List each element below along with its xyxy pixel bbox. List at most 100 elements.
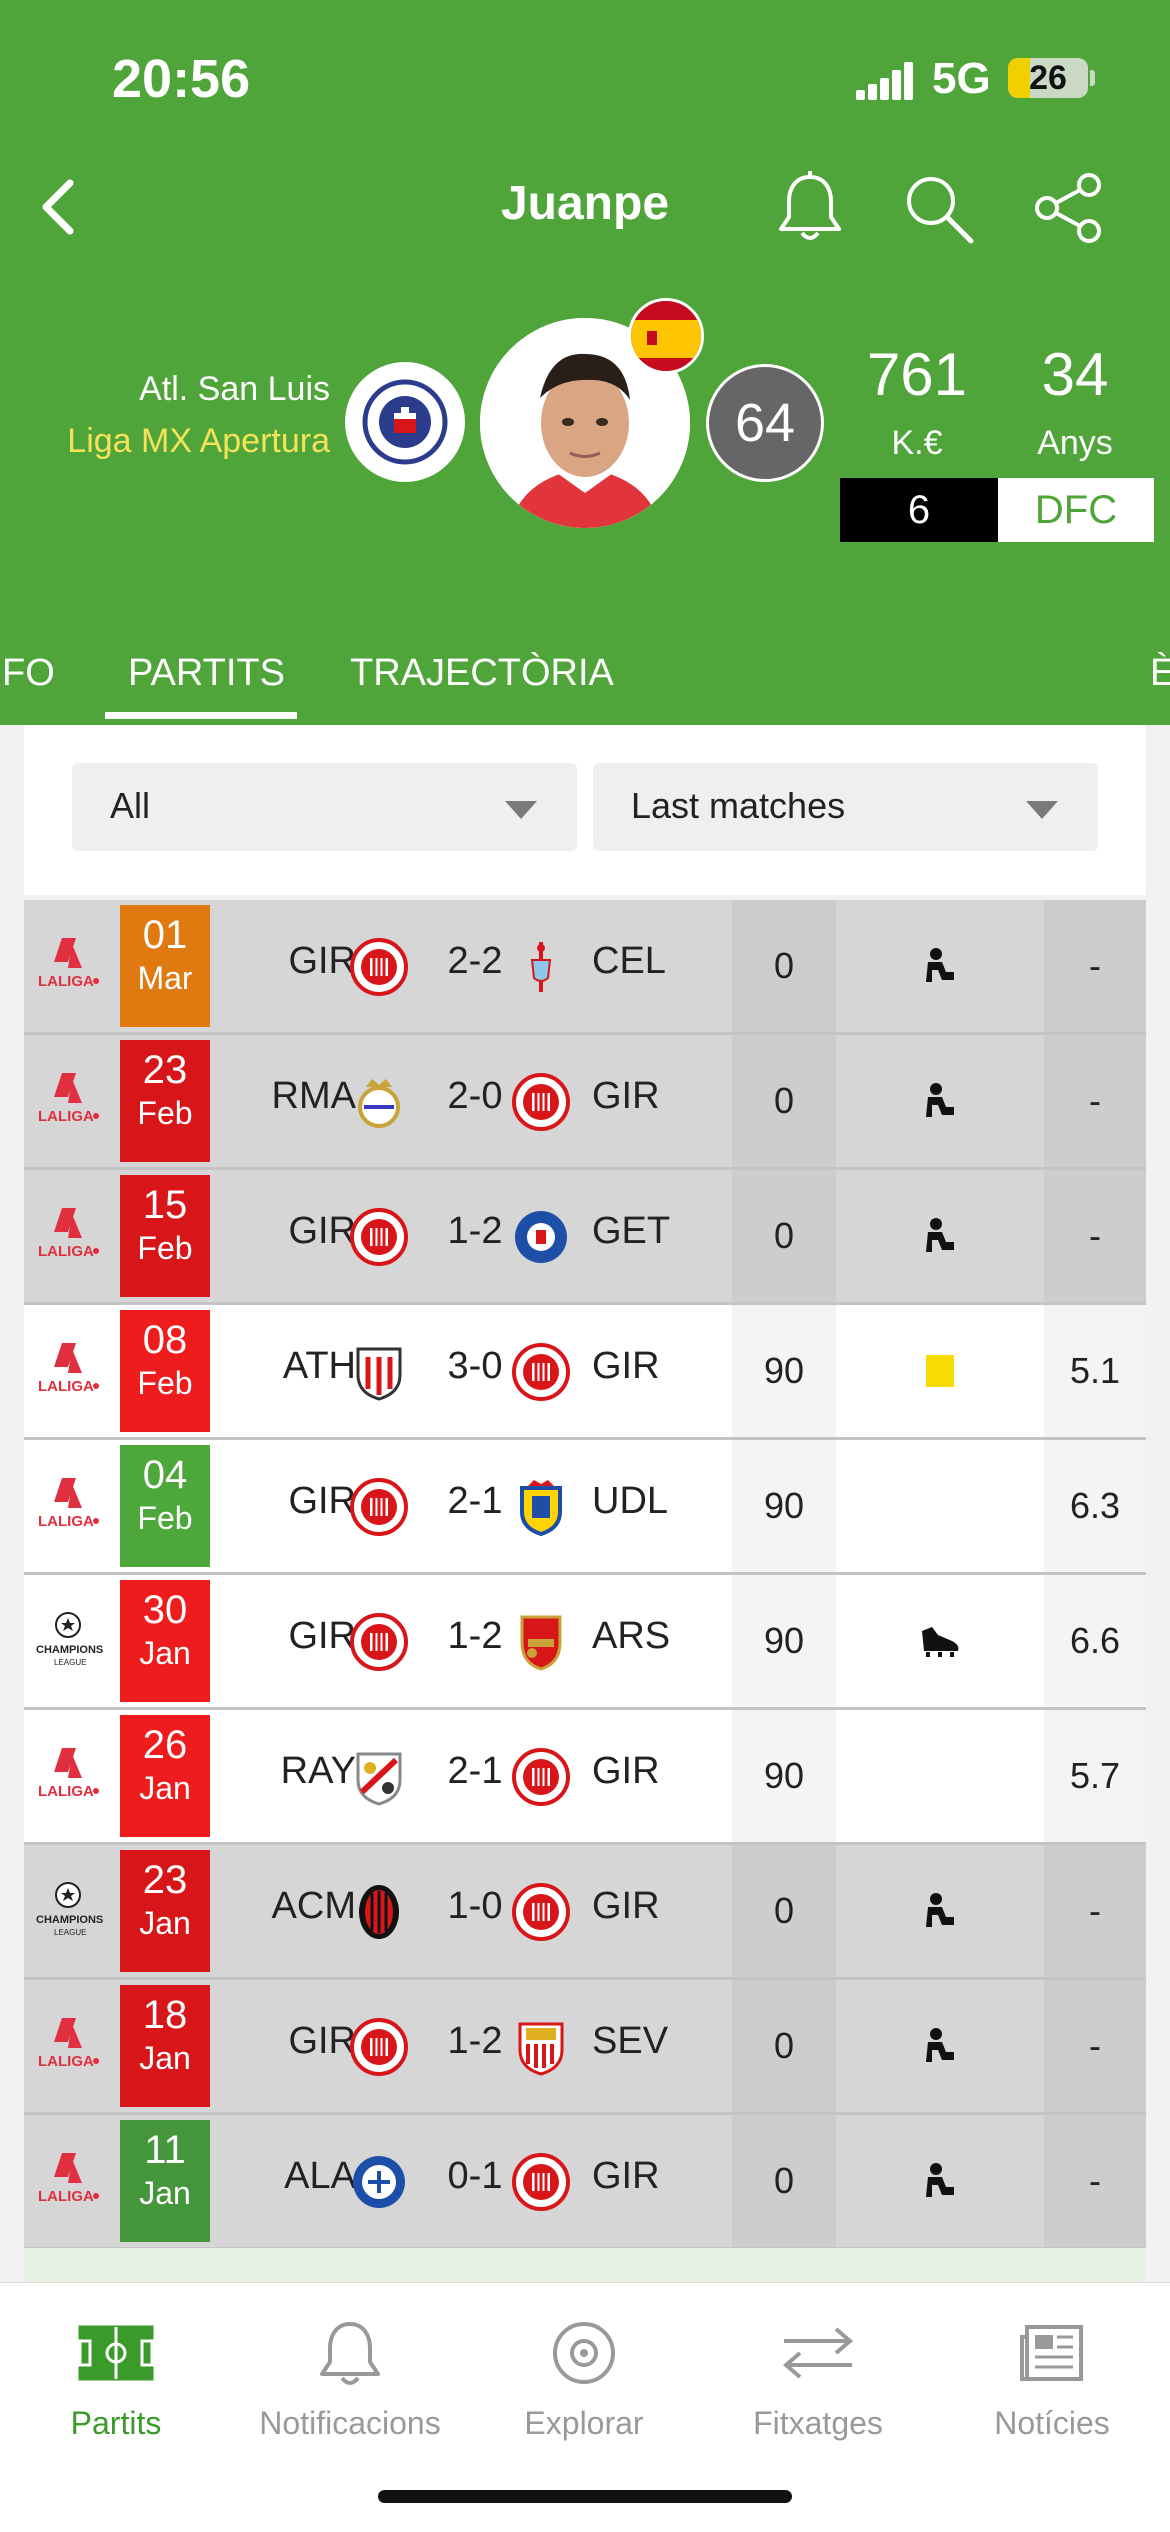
away-crest-icon xyxy=(512,1073,570,1131)
away-crest-icon xyxy=(512,1748,570,1806)
position-badge: DFC xyxy=(998,478,1154,542)
tab-career[interactable]: TRAJECTÒRIA xyxy=(350,652,614,695)
svg-text:LEAGUE: LEAGUE xyxy=(54,1928,86,1937)
minutes-played: 90 xyxy=(732,1575,836,1707)
away-crest-icon xyxy=(512,1343,570,1401)
tab-matches[interactable]: PARTITS xyxy=(128,652,285,695)
match-rating: 5.1 xyxy=(1044,1305,1146,1437)
compass-icon xyxy=(553,2322,615,2384)
home-crest-icon xyxy=(350,2018,408,2076)
tab-bar: FO PARTITS TRAJECTÒRIA È xyxy=(0,630,1170,725)
match-date: 11 Jan xyxy=(120,2120,210,2242)
match-month: Feb xyxy=(137,1095,193,1131)
match-row[interactable]: LALIGA 18 Jan GIR 1-2 SEV 0- xyxy=(24,1980,1146,2115)
home-crest-icon xyxy=(350,1073,408,1131)
match-event xyxy=(836,1305,1044,1437)
match-row[interactable]: LALIGA 01 Mar GIR 2-2 CEL 0- xyxy=(24,900,1146,1035)
away-team: GIR xyxy=(592,1075,660,1117)
nav-notifications[interactable]: Notificacions xyxy=(250,2313,450,2442)
bell-icon xyxy=(320,2322,380,2385)
match-day: 23 xyxy=(142,1048,188,1092)
match-month: Feb xyxy=(137,1365,193,1401)
match-month: Jan xyxy=(139,1905,191,1941)
home-team: GIR xyxy=(288,940,356,982)
match-date: 23 Jan xyxy=(120,1850,210,1972)
bench-icon xyxy=(926,948,954,982)
match-row[interactable]: LALIGA 08 Feb ATH 3-0 GIR 90 5.1 xyxy=(24,1305,1146,1440)
home-team: ATH xyxy=(282,1345,356,1387)
match-day: 08 xyxy=(142,1318,188,1362)
match-row[interactable]: LALIGA 15 Feb GIR 1-2 GET 0- xyxy=(24,1170,1146,1305)
match-rating: - xyxy=(1044,1035,1146,1167)
minutes-played: 0 xyxy=(732,1170,836,1302)
match-event xyxy=(836,1170,1044,1302)
home-crest-icon xyxy=(350,1478,408,1536)
competition-dropdown[interactable]: All xyxy=(72,763,577,851)
match-row[interactable]: LALIGA 23 Feb RMA 2-0 GIR 0- xyxy=(24,1035,1146,1170)
match-date: 15 Feb xyxy=(120,1175,210,1297)
svg-text:LALIGA: LALIGA xyxy=(38,1378,94,1395)
jersey-number: 6 xyxy=(840,478,998,542)
match-month: Feb xyxy=(137,1500,193,1536)
match-month: Jan xyxy=(139,2175,191,2211)
tab-next[interactable]: È xyxy=(1150,652,1170,695)
news-icon xyxy=(1020,2325,1083,2381)
away-crest-icon xyxy=(512,1883,570,1941)
bell-icon xyxy=(779,171,841,240)
notification-button[interactable] xyxy=(770,168,850,248)
match-rating: - xyxy=(1044,900,1146,1032)
svg-text:LALIGA: LALIGA xyxy=(38,1243,94,1260)
away-team: ARS xyxy=(592,1615,671,1657)
match-row[interactable]: CHAMPIONS LEAGUE 30 Jan GIR 1-2 ARS 90 6.6 xyxy=(24,1575,1146,1710)
match-rating: - xyxy=(1044,1170,1146,1302)
match-row[interactable]: CHAMPIONS LEAGUE 23 Jan ACM 1-0 GIR 0- xyxy=(24,1845,1146,1980)
nav-explore[interactable]: Explorar xyxy=(484,2313,684,2442)
nav-news-label: Notícies xyxy=(994,2405,1110,2441)
svg-text:LALIGA: LALIGA xyxy=(38,2188,94,2205)
match-date: 23 Feb xyxy=(120,1040,210,1162)
chevron-left-icon xyxy=(42,179,74,235)
match-row[interactable]: LALIGA 11 Jan ALA 0-1 GIR 0- xyxy=(24,2115,1146,2250)
away-team: CEL xyxy=(592,940,666,982)
away-crest-icon xyxy=(512,2153,570,2211)
match-row[interactable]: LALIGA 26 Jan RAY 2-1 GIR 90 5.7 xyxy=(24,1710,1146,1845)
laliga-logo-icon: LALIGA xyxy=(32,2149,104,2213)
player-header: 20:56 5G 26 Juanpe Atl. San Luis Liga MX… xyxy=(0,0,1170,725)
match-row[interactable]: LALIGA 04 Feb GIR 2-1 UDL 90 6.3 xyxy=(24,1440,1146,1575)
battery-icon: 26 xyxy=(1008,58,1088,98)
back-button[interactable] xyxy=(28,172,88,242)
nav-matches[interactable]: Partits xyxy=(16,2313,216,2442)
svg-text:LALIGA: LALIGA xyxy=(38,973,94,990)
match-day: 23 xyxy=(142,1858,188,1902)
home-team: RMA xyxy=(271,1075,356,1117)
range-dropdown[interactable]: Last matches xyxy=(593,763,1098,851)
league-name[interactable]: Liga MX Apertura xyxy=(40,422,330,461)
home-crest-icon xyxy=(350,1343,408,1401)
home-crest-icon xyxy=(350,938,408,996)
spain-flag-icon xyxy=(628,298,704,374)
match-event xyxy=(836,1845,1044,1977)
bench-icon xyxy=(926,1083,954,1117)
competition-dropdown-value: All xyxy=(110,785,151,826)
share-button[interactable] xyxy=(1028,168,1108,248)
club-crest-icon[interactable] xyxy=(345,362,465,482)
nav-news[interactable]: Notícies xyxy=(952,2313,1152,2442)
laliga-logo-icon: LALIGA xyxy=(32,1069,104,1133)
caret-down-icon xyxy=(505,801,537,819)
match-date: 04 Feb xyxy=(120,1445,210,1567)
laliga-logo-icon: LALIGA xyxy=(32,1204,104,1268)
page-title: Juanpe xyxy=(500,177,670,230)
bench-icon xyxy=(926,1218,954,1252)
nav-transfers[interactable]: Fitxatges xyxy=(718,2313,918,2442)
club-name[interactable]: Atl. San Luis xyxy=(40,370,330,409)
laliga-logo-icon: LALIGA xyxy=(32,1744,104,1808)
signal-icon xyxy=(856,62,916,100)
search-button[interactable] xyxy=(898,168,978,248)
svg-text:LEAGUE: LEAGUE xyxy=(54,1658,86,1667)
home-crest-icon xyxy=(350,1748,408,1806)
yellow-card-icon xyxy=(926,1355,954,1387)
pitch-icon xyxy=(78,2325,154,2381)
match-rating: 5.7 xyxy=(1044,1710,1146,1842)
tab-info[interactable]: FO xyxy=(2,652,55,695)
champions-league-logo-icon: CHAMPIONS LEAGUE xyxy=(32,1609,104,1673)
